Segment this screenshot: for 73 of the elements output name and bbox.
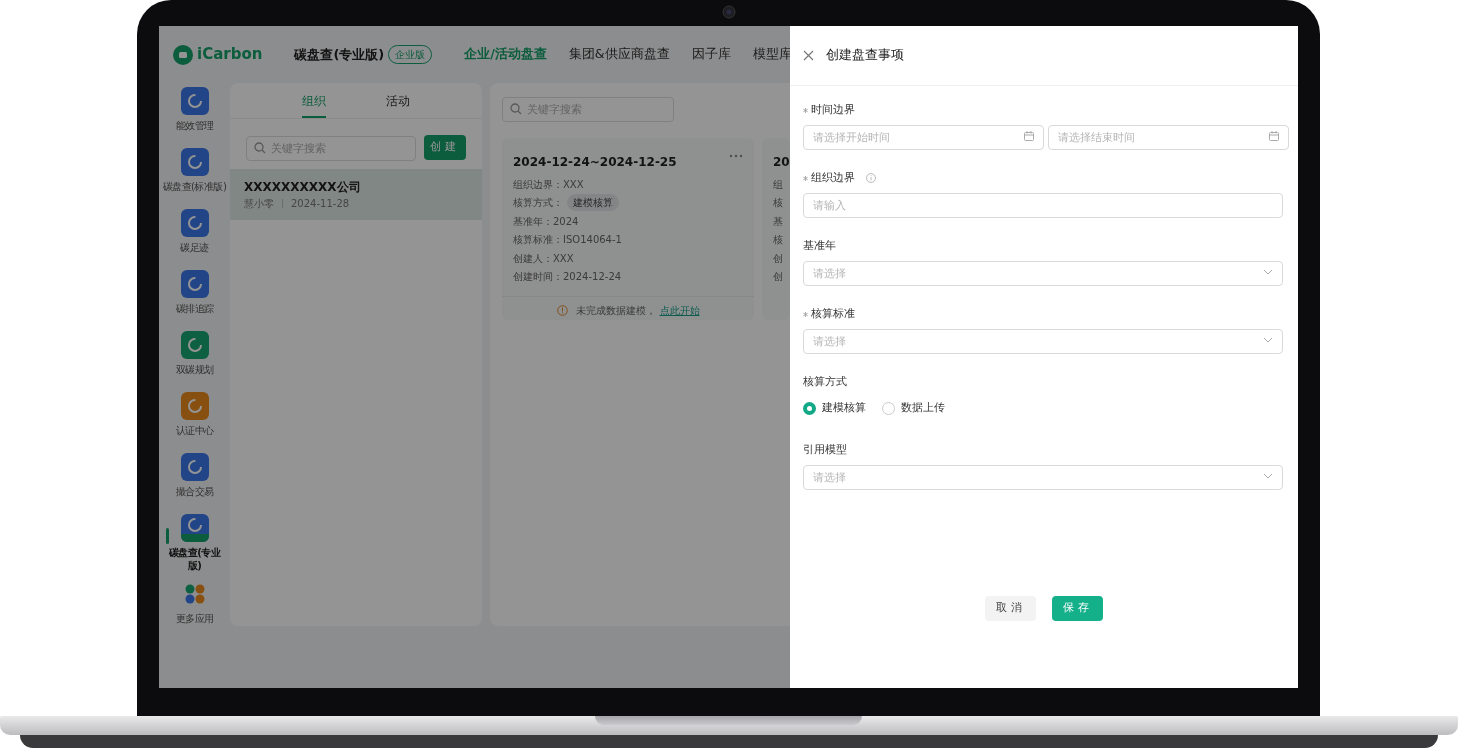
cancel-button[interactable]: 取消 (985, 596, 1036, 621)
calendar-icon (1269, 131, 1279, 141)
sidebar-item-label[interactable]: 认证中心 (175, 424, 214, 437)
sidebar-item-label[interactable]: 撮合交易 (175, 485, 214, 498)
field-label: 基准年 (803, 237, 836, 254)
field-label: 核算标准 (811, 305, 855, 322)
select-field[interactable]: 请选择 (803, 464, 1283, 490)
radio-option[interactable]: 数据上传 (882, 400, 945, 417)
sidebar-item-label[interactable]: 碳排追踪 (175, 302, 214, 315)
card-field: 核算标准：ISO14064-1 (513, 232, 622, 248)
search-icon (254, 142, 266, 154)
item-title: XXXXXXXXXX公司 (244, 179, 362, 196)
card-field: 创 (773, 250, 783, 266)
card-field: 核算方式： (513, 195, 563, 211)
start-link[interactable]: 点此开始 (659, 303, 700, 318)
app-tile-icon[interactable] (180, 209, 209, 237)
sidebar-item-label[interactable]: 碳足迹 (180, 241, 209, 254)
card-field: 组 (773, 176, 783, 192)
app-tile-icon[interactable] (180, 331, 209, 359)
select-field[interactable]: 请选择 (803, 260, 1283, 286)
logo-icon (173, 44, 193, 65)
sidebar-item-label[interactable]: 更多应用 (175, 612, 214, 625)
drawer-title: 创建盘查事项 (826, 46, 904, 65)
caret-icon (1263, 269, 1273, 275)
nav-link[interactable]: 集团&供应商盘查 (568, 45, 670, 64)
app-tile-icon[interactable] (180, 87, 209, 115)
field-label: 核算方式 (803, 373, 847, 390)
date-field[interactable]: 请选择开始时间 (803, 124, 1044, 150)
card-field: 基 (773, 213, 783, 229)
caret-icon (1263, 473, 1273, 479)
notice-text: 未完成数据建模， (575, 304, 656, 318)
sidebar-item-label[interactable]: 能效管理 (175, 119, 214, 132)
sidebar-item-label[interactable]: 碳盘查(标准版) (162, 180, 227, 193)
field-label: 引用模型 (803, 441, 847, 458)
nav-link[interactable]: 因子库 (691, 45, 731, 64)
card-field: 组织边界：XXX (513, 176, 584, 192)
app-tile-icon[interactable] (180, 392, 209, 420)
sidebar-item-label[interactable]: 碳盘查(专业版) (164, 546, 225, 572)
caret-icon (1263, 337, 1273, 343)
card-title: 20 (773, 154, 790, 171)
item-date: 2024-11-28 (291, 197, 350, 211)
field-label: 组织边界 (811, 169, 855, 186)
method-tag: 建模核算 (567, 194, 619, 212)
close-icon[interactable] (803, 50, 814, 61)
app-tile-icon[interactable] (180, 148, 209, 176)
card-field: 创 (773, 269, 783, 285)
card-title: 2024-12-24~2024-12-25 (513, 154, 677, 171)
app-tile-icon[interactable] (180, 453, 209, 481)
select-field[interactable]: 请选择 (803, 328, 1283, 354)
field-label: 时间边界 (811, 101, 855, 118)
calendar-icon (1024, 131, 1034, 141)
tab[interactable]: 组织 (302, 83, 326, 118)
product-title: 碳盘查(专业版) (294, 45, 385, 64)
radio-option[interactable]: 建模核算 (803, 400, 866, 417)
app-tile-icon[interactable] (180, 270, 209, 298)
save-button[interactable]: 保存 (1052, 596, 1103, 621)
sidebar-item-label[interactable]: 双碳规划 (175, 363, 214, 376)
create-button[interactable]: 创建 (424, 135, 466, 160)
card-field: 创建人：XXX (513, 250, 574, 266)
search-icon (510, 103, 522, 115)
input-field[interactable]: 请输入 (803, 192, 1283, 218)
info-icon (556, 305, 568, 316)
card-field: 核 (773, 232, 783, 248)
card-field: 基准年：2024 (513, 213, 579, 229)
logo-text: iCarbon (197, 44, 263, 66)
card-field: 创建时间：2024-12-24 (513, 269, 622, 285)
nav-link[interactable]: 企业/活动盘查 (464, 45, 547, 64)
date-field[interactable]: 请选择结束时间 (1048, 124, 1289, 150)
app-tile-icon[interactable] (180, 514, 209, 542)
tab[interactable]: 活动 (386, 83, 410, 118)
camera-icon (722, 5, 736, 19)
card-field: 核 (773, 195, 783, 211)
more-icon (729, 153, 743, 159)
